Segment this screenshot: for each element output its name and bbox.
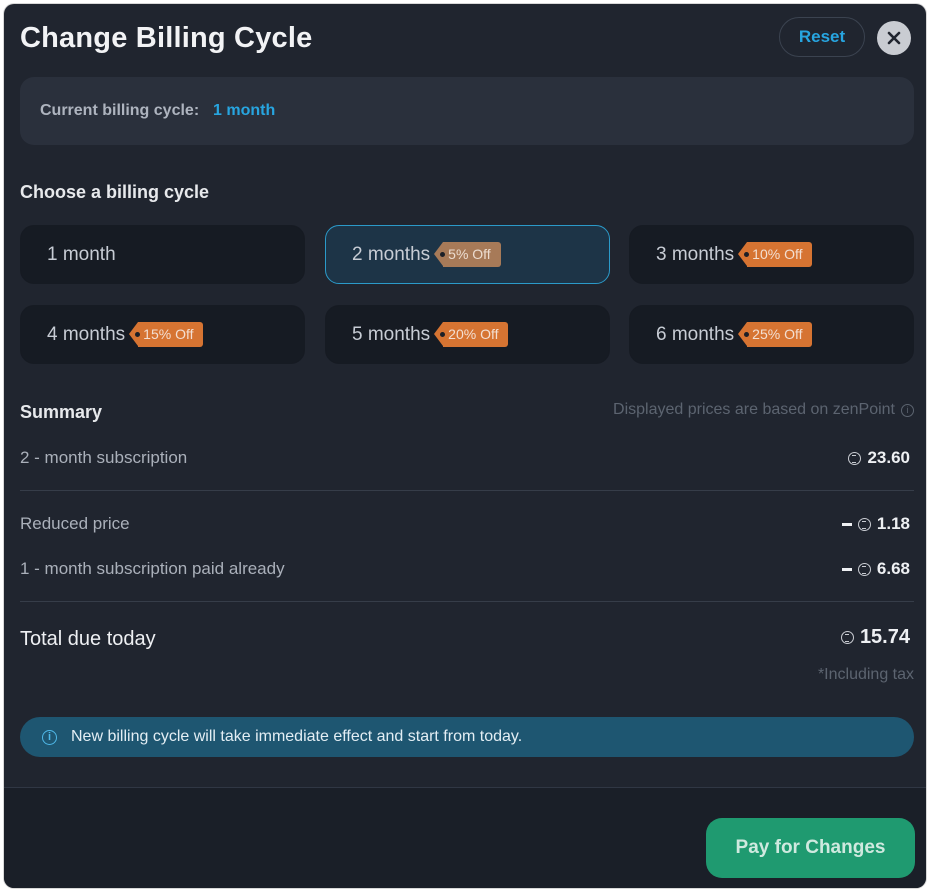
cycle-option-1-month[interactable]: 1 month [20,225,305,284]
minus-icon [841,567,852,571]
total-value: 15.74 [840,626,910,649]
option-label: 3 months [656,243,735,265]
discount-badge: 25% Off [738,322,813,347]
close-button[interactable] [877,21,911,55]
info-banner: i New billing cycle will take immediate … [20,717,914,757]
subscription-value: 23.60 [848,448,910,468]
discount-badge: 10% Off [738,242,813,267]
option-label: 6 months [656,323,735,345]
cycle-option-4-months[interactable]: 4 months 15% Off [20,305,305,364]
reset-button[interactable]: Reset [779,17,865,57]
zenpoint-icon [840,631,854,644]
minus-icon [841,522,852,526]
total-label: Total due today [20,628,156,650]
total-amount: 15.74 [859,626,910,648]
current-cycle-label: Current billing cycle: [40,102,200,119]
option-label: 2 months [352,243,431,265]
divider [20,601,914,602]
banner-text: New billing cycle will take immediate ef… [71,728,523,745]
reduced-price-label: Reduced price [20,514,130,533]
close-icon [887,31,901,45]
choose-cycle-heading: Choose a billing cycle [20,182,210,202]
discount-badge: 20% Off [434,322,509,347]
cycle-option-5-months[interactable]: 5 months 20% Off [325,305,610,364]
dialog-title: Change Billing Cycle [20,22,313,54]
paid-already-amount: 6.68 [876,559,910,578]
billing-dialog: Change Billing Cycle Reset Current billi… [4,4,926,888]
zenpoint-icon [857,517,871,531]
zenpoint-icon [857,562,871,576]
reduced-price-value: 1.18 [841,514,910,534]
info-icon[interactable]: i [901,403,914,417]
subscription-label: 2 - month subscription [20,448,188,467]
paid-already-value: 6.68 [841,559,910,579]
paid-already-label: 1 - month subscription paid already [20,559,285,578]
option-label: 4 months [47,323,126,345]
cycle-option-3-months[interactable]: 3 months 10% Off [629,225,914,284]
option-label: 1 month [47,243,116,265]
reduced-price-amount: 1.18 [876,514,910,533]
pay-for-changes-button[interactable]: Pay for Changes [706,818,915,878]
summary-heading: Summary [20,402,103,422]
subscription-amount: 23.60 [867,448,910,467]
option-label: 5 months [352,323,431,345]
divider [20,490,914,491]
disclaimer-text: Displayed prices are based on zenPoint [613,401,895,418]
cycle-option-6-months[interactable]: 6 months 25% Off [629,305,914,364]
current-billing-cycle: Current billing cycle: 1 month [20,77,914,145]
discount-badge: 15% Off [129,322,204,347]
current-cycle-value: 1 month [213,102,276,119]
tax-note: *Including tax [817,666,914,683]
price-disclaimer: Displayed prices are based on zenPoint i [613,401,914,419]
info-icon: i [42,729,57,745]
zenpoint-icon [848,451,862,465]
discount-badge: 5% Off [434,242,501,267]
cycle-option-2-months[interactable]: 2 months 5% Off [325,225,610,284]
